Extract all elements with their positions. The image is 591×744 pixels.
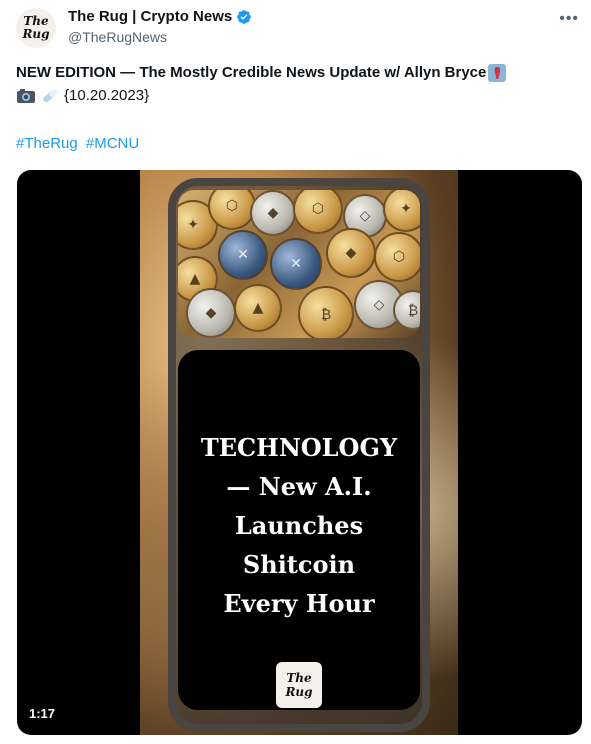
coin: ⬡: [374, 232, 420, 282]
coin: ▲: [234, 284, 282, 332]
tweet: The Rug The Rug | Crypto News @TheRugNew…: [0, 0, 591, 744]
avatar-text-bottom: Rug: [22, 27, 50, 41]
tweet-text: NEW EDITION — The Mostly Credible News U…: [16, 62, 576, 155]
coin: ◆: [186, 288, 236, 338]
video-player[interactable]: ✦ ⬡ ◆ ⬡ ◇ ✦ ✕ ✕ ◆ ⬡ ▲ ◆ ▲ ₿ ◇ ₿ TECHNOLO…: [17, 170, 582, 735]
coin: ⬡: [208, 190, 256, 230]
camera-emoji-icon: [17, 89, 35, 103]
coin: ✕: [270, 238, 322, 290]
coin: ⬡: [293, 190, 343, 234]
tweet-line-1-text: NEW EDITION — The Mostly Credible News U…: [16, 64, 487, 81]
the-rug-logo: The Rug: [276, 662, 322, 708]
tweet-date: {10.20.2023}: [64, 87, 150, 104]
verified-badge-icon: [237, 9, 252, 24]
headline-panel: TECHNOLOGY — New A.I. Launches Shitcoin …: [178, 350, 420, 710]
coin: ◆: [326, 228, 376, 278]
hashtags: #TheRug #MCNU: [16, 133, 576, 155]
headline-line: — New A.I.: [226, 472, 372, 501]
coin: ✦: [383, 190, 420, 232]
coins-image: ✦ ⬡ ◆ ⬡ ◇ ✦ ✕ ✕ ◆ ⬡ ▲ ◆ ▲ ₿ ◇ ₿: [178, 190, 420, 338]
hashtag-therug[interactable]: #TheRug: [16, 135, 78, 152]
coin: ✕: [218, 230, 268, 280]
headline-line: Launches Shitcoin: [234, 511, 364, 579]
tweet-line-2: {10.20.2023}: [16, 85, 576, 107]
author-name[interactable]: The Rug | Crypto News: [68, 8, 232, 25]
avatar[interactable]: The Rug: [16, 8, 56, 48]
name-row: The Rug | Crypto News: [68, 8, 252, 25]
video-duration: 1:17: [29, 706, 56, 721]
logo-text-top: The: [286, 671, 312, 685]
pill-emoji-icon: [43, 89, 57, 103]
author-handle[interactable]: @TheRugNews: [68, 29, 252, 45]
coin: ₿: [298, 286, 354, 338]
coin: ₿: [393, 290, 420, 330]
video-poster: ✦ ⬡ ◆ ⬡ ◇ ✦ ✕ ✕ ◆ ⬡ ▲ ◆ ▲ ₿ ◇ ₿ TECHNOLO…: [140, 170, 458, 735]
headline: TECHNOLOGY — New A.I. Launches Shitcoin …: [178, 428, 420, 623]
logo-text-bottom: Rug: [285, 685, 313, 699]
author-block: The Rug | Crypto News @TheRugNews: [68, 8, 252, 45]
tweet-line-1: NEW EDITION — The Mostly Credible News U…: [16, 62, 576, 84]
headline-line: TECHNOLOGY: [200, 433, 398, 462]
headline-line: Every Hour: [223, 589, 375, 618]
more-horizontal-icon[interactable]: •••: [559, 10, 579, 28]
coin: ◆: [250, 190, 296, 236]
necktie-emoji-icon: [488, 64, 507, 82]
hashtag-mcnu[interactable]: #MCNU: [86, 135, 139, 152]
